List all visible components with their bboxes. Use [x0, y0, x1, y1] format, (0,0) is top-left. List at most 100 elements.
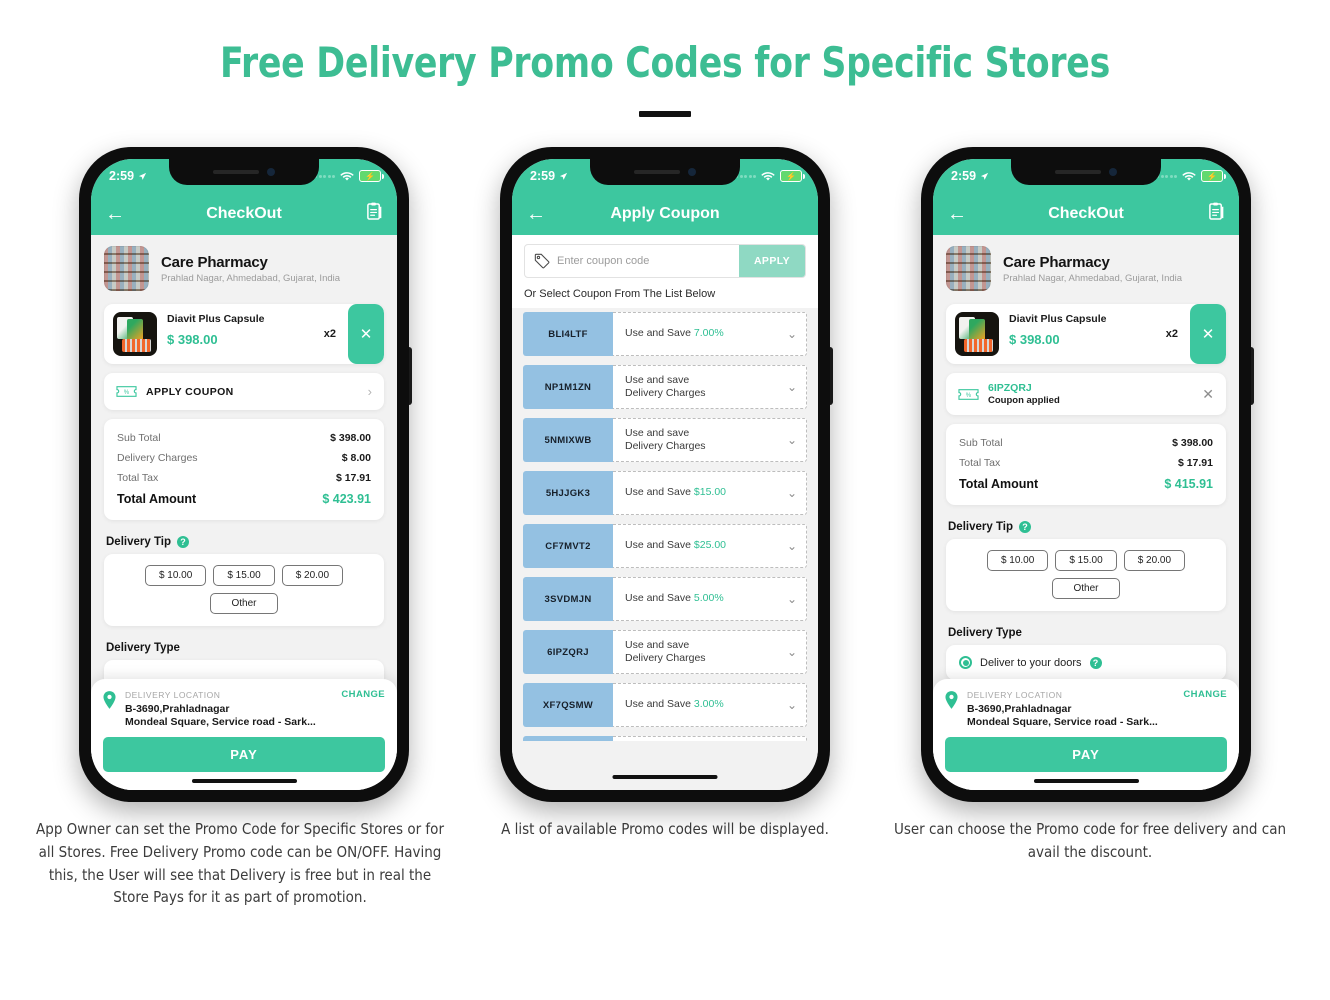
- app-bar-title: CheckOut: [206, 205, 282, 222]
- tip-option[interactable]: $ 20.00: [1123, 550, 1186, 571]
- delivery-location-label: DELIVERY LOCATION: [967, 689, 1063, 700]
- camera-icon: [267, 168, 275, 176]
- tip-option[interactable]: $ 10.00: [144, 565, 207, 586]
- delivery-type-card[interactable]: Deliver to your doors ?: [946, 645, 1226, 680]
- coupon-content: Enter coupon code APPLY Or Select Coupon…: [512, 235, 818, 790]
- total-value: $ 8.00: [341, 452, 371, 464]
- coupon-text-2: Delivery Charges: [625, 387, 706, 399]
- list-item[interactable]: NP1M1ZN Use and save Delivery Charges ⌄: [523, 365, 807, 409]
- clipboard-icon[interactable]: [366, 202, 383, 226]
- speaker-icon: [634, 170, 680, 174]
- total-value: $ 398.00: [330, 432, 371, 444]
- product-details: Diavit Plus Capsule $ 398.00: [157, 304, 324, 364]
- chevron-down-icon[interactable]: ⌄: [787, 486, 797, 500]
- coupon-code: NP1M1ZN: [523, 365, 613, 409]
- apply-button[interactable]: APPLY: [738, 245, 805, 277]
- coupon-description: Use and Save 3.00% ⌄: [613, 683, 807, 727]
- coupon-code-input[interactable]: Enter coupon code: [525, 245, 739, 277]
- list-item[interactable]: XF7QSMW Use and Save 3.00% ⌄: [523, 683, 807, 727]
- pay-button[interactable]: PAY: [945, 737, 1227, 772]
- store-address: Prahlad Nagar, Ahmedabad, Gujarat, India: [161, 272, 341, 284]
- cart-item-row: Diavit Plus Capsule $ 398.00 x2 ✕: [946, 304, 1226, 364]
- notch: [169, 159, 319, 185]
- back-arrow-icon[interactable]: ←: [947, 204, 967, 224]
- delivery-type-label: Delivery Type: [106, 642, 180, 654]
- notch: [1011, 159, 1161, 185]
- change-location-button[interactable]: CHANGE: [1183, 689, 1227, 700]
- tip-option-other[interactable]: Other: [210, 593, 278, 614]
- remove-coupon-button[interactable]: ✕: [1202, 386, 1214, 403]
- clipboard-icon[interactable]: [1208, 202, 1225, 226]
- phone-column-3: 2:59 ⚡ ← CheckOut Care Pharmacy Prahlad …: [900, 147, 1272, 802]
- chevron-down-icon[interactable]: ⌄: [787, 698, 797, 712]
- coupon-list[interactable]: BLI4LTF Use and Save 7.00% ⌄ NP1M1ZN Use…: [512, 308, 818, 741]
- pay-button[interactable]: PAY: [103, 737, 385, 772]
- change-location-button[interactable]: CHANGE: [341, 689, 385, 700]
- chevron-down-icon[interactable]: ⌄: [787, 592, 797, 606]
- cart-item-row: Diavit Plus Capsule $ 398.00 x2 ✕: [104, 304, 384, 364]
- tip-option[interactable]: $ 15.00: [213, 565, 275, 586]
- remove-item-button[interactable]: ✕: [1190, 304, 1226, 364]
- applied-coupon-status: Coupon applied: [988, 395, 1060, 406]
- chevron-down-icon[interactable]: ⌄: [787, 327, 797, 341]
- back-arrow-icon[interactable]: ←: [526, 204, 546, 224]
- map-pin-icon: [945, 691, 958, 709]
- product-thumbnail: [113, 312, 157, 356]
- remove-item-button[interactable]: ✕: [348, 304, 384, 364]
- chevron-down-icon[interactable]: ⌄: [787, 645, 797, 659]
- battery-charging-icon: ⚡: [1201, 170, 1226, 182]
- chevron-right-icon: ›: [367, 384, 372, 399]
- coupon-list-subtitle: Or Select Coupon From The List Below: [524, 288, 716, 300]
- applied-coupon-row: % 6IPZQRJ Coupon applied ✕: [946, 373, 1226, 415]
- delivery-type-option: Deliver to your doors: [980, 656, 1082, 669]
- help-circle-icon[interactable]: ?: [177, 536, 189, 548]
- store-thumbnail: [946, 246, 991, 291]
- phone-frame-2: 2:59 ⚡ ← Apply Coupon Enter coupon code …: [500, 147, 833, 802]
- total-key: Delivery Charges: [117, 452, 198, 464]
- tip-option[interactable]: $ 15.00: [1055, 550, 1117, 571]
- help-circle-icon[interactable]: ?: [1089, 656, 1102, 669]
- list-item[interactable]: BLI4LTF Use and Save 7.00% ⌄: [523, 312, 807, 356]
- address-line-2: Mondeal Square, Service road - Sark...: [967, 716, 1158, 728]
- list-item[interactable]: YMFUYZU Use and saveDelivery Charges ⌄: [523, 736, 807, 741]
- location-arrow-icon: [559, 172, 568, 180]
- apply-coupon-row[interactable]: % APPLY COUPON ›: [104, 373, 384, 410]
- tip-option[interactable]: $ 10.00: [986, 550, 1049, 571]
- caption-2: A list of available Promo codes will be …: [501, 820, 829, 838]
- phone-mockups: 2:59 ⚡ ← CheckOut Care Pharmacy Prahlad …: [0, 147, 1330, 802]
- tip-option[interactable]: $ 20.00: [281, 565, 344, 586]
- radio-selected-icon[interactable]: [959, 656, 972, 669]
- delivery-type-label: Delivery Type: [948, 627, 1022, 639]
- status-time: 2:59: [951, 169, 989, 183]
- list-item[interactable]: 6IPZQRJ Use and save Delivery Charges ⌄: [523, 630, 807, 674]
- coupon-text: Use and save: [625, 638, 690, 651]
- store-header: Care Pharmacy Prahlad Nagar, Ahmedabad, …: [933, 235, 1239, 304]
- delivery-tip-options: $ 10.00 $ 15.00 $ 20.00 Other: [104, 554, 384, 626]
- coupon-code: 5HJJGK3: [523, 471, 613, 515]
- chevron-down-icon[interactable]: ⌄: [787, 539, 797, 553]
- home-indicator: [1033, 779, 1139, 783]
- phone-frame-1: 2:59 ⚡ ← CheckOut Care Pharmacy Prahlad …: [79, 147, 412, 802]
- list-item[interactable]: 3SVDMJN Use and Save 5.00% ⌄: [523, 577, 807, 621]
- home-indicator: [612, 775, 718, 779]
- tip-option-other[interactable]: Other: [1052, 578, 1120, 599]
- status-time: 2:59: [109, 169, 147, 183]
- coupon-text: Use and save: [625, 373, 690, 386]
- product-quantity: x2: [323, 328, 336, 340]
- list-item[interactable]: CF7MVT2 Use and Save $25.00 ⌄: [523, 524, 807, 568]
- coupon-input-placeholder: Enter coupon code: [557, 255, 650, 267]
- help-circle-icon[interactable]: ?: [1019, 521, 1031, 533]
- chevron-down-icon[interactable]: ⌄: [787, 380, 797, 394]
- order-totals-card: Sub Total $ 398.00 Total Tax $ 17.91 Tot…: [946, 424, 1226, 505]
- list-item[interactable]: 5NMIXWB Use and save Delivery Charges ⌄: [523, 418, 807, 462]
- coupon-code: XF7QSMW: [523, 683, 613, 727]
- back-arrow-icon[interactable]: ←: [105, 204, 125, 224]
- chevron-down-icon[interactable]: ⌄: [787, 433, 797, 447]
- list-item[interactable]: 5HJJGK3 Use and Save $15.00 ⌄: [523, 471, 807, 515]
- camera-icon: [688, 168, 696, 176]
- delivery-tip-heading: Delivery Tip ?: [91, 529, 397, 554]
- store-name: Care Pharmacy: [161, 253, 268, 271]
- product-price: $ 398.00: [1009, 332, 1060, 347]
- battery-charging-icon: ⚡: [780, 170, 805, 182]
- title-divider: [639, 111, 691, 117]
